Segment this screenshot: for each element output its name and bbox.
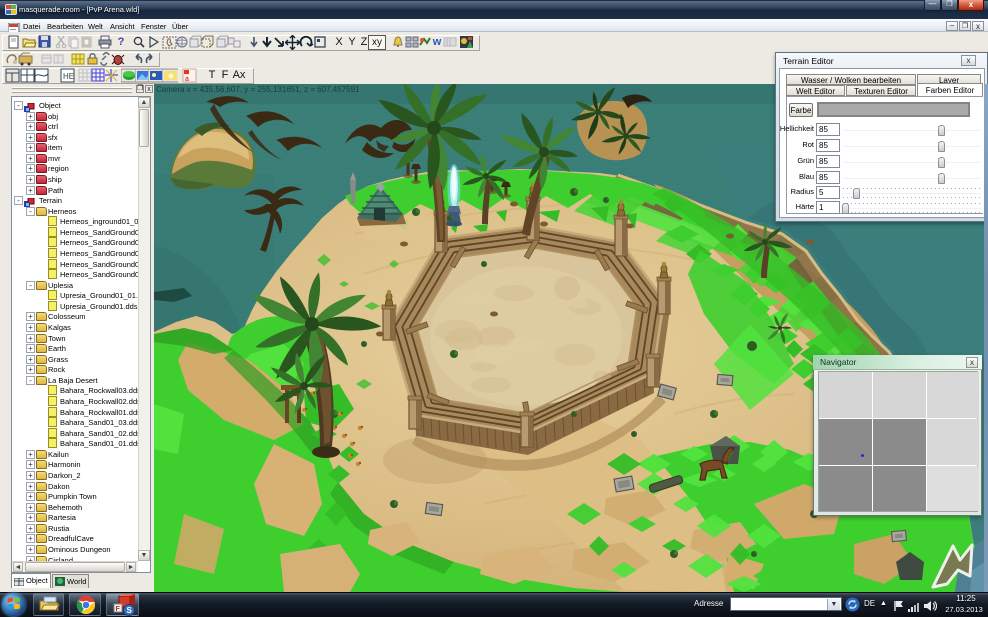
svg-text:HE: HE xyxy=(63,72,74,81)
svg-text:F: F xyxy=(116,606,121,613)
svg-text:a: a xyxy=(185,76,189,83)
svg-text:S: S xyxy=(127,606,133,615)
